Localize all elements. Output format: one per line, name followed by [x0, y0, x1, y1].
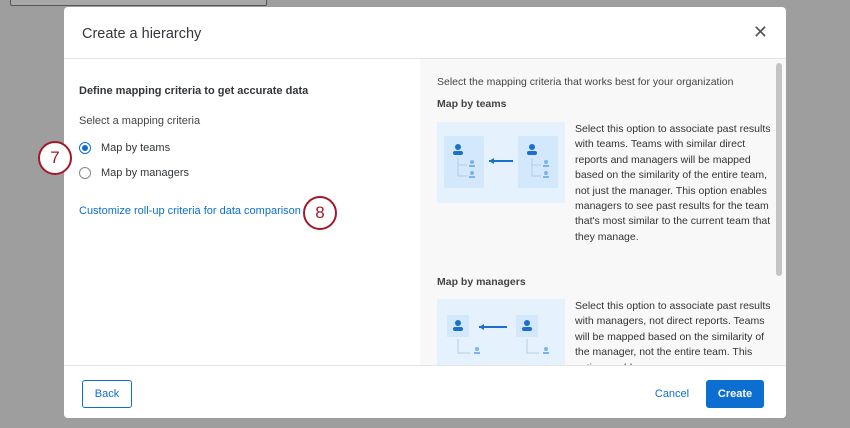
cancel-button[interactable]: Cancel	[644, 380, 700, 408]
dialog-footer: Back Cancel Create	[64, 365, 786, 418]
dialog-title: Create a hierarchy	[82, 26, 202, 42]
close-icon[interactable]: ✕	[753, 22, 768, 43]
radio-checked-icon[interactable]	[79, 142, 91, 154]
customize-rollup-link[interactable]: Customize roll-up criteria for data comp…	[79, 205, 301, 217]
create-hierarchy-dialog: Create a hierarchy ✕ Define mapping crit…	[64, 7, 786, 418]
radio-label: Map by teams	[101, 142, 171, 154]
section-heading: Define mapping criteria to get accurate …	[79, 85, 309, 97]
teams-illustration	[437, 122, 565, 203]
annotation-badge-7: 7	[38, 141, 72, 175]
info-title-teams: Map by teams	[437, 98, 507, 110]
radio-map-by-teams[interactable]: Map by teams	[79, 142, 170, 154]
radio-map-by-managers[interactable]: Map by managers	[79, 167, 189, 179]
info-panel: Select the mapping criteria that works b…	[420, 59, 786, 365]
dialog-header: Create a hierarchy ✕	[64, 7, 786, 59]
scrollbar[interactable]	[776, 63, 782, 276]
info-title-managers: Map by managers	[437, 276, 526, 288]
managers-illustration	[437, 299, 565, 365]
background-field	[10, 0, 267, 6]
radio-unchecked-icon[interactable]	[79, 167, 91, 179]
radio-label: Map by managers	[101, 167, 190, 179]
select-label: Select a mapping criteria	[79, 115, 201, 127]
info-desc-managers: Select this option to associate past res…	[575, 300, 771, 365]
info-desc-teams: Select this option to associate past res…	[575, 123, 771, 243]
criteria-panel: Define mapping criteria to get accurate …	[64, 59, 420, 365]
back-button[interactable]: Back	[82, 380, 132, 408]
annotation-badge-8: 8	[303, 196, 337, 230]
info-intro: Select the mapping criteria that works b…	[437, 76, 734, 88]
create-button[interactable]: Create	[706, 380, 764, 408]
